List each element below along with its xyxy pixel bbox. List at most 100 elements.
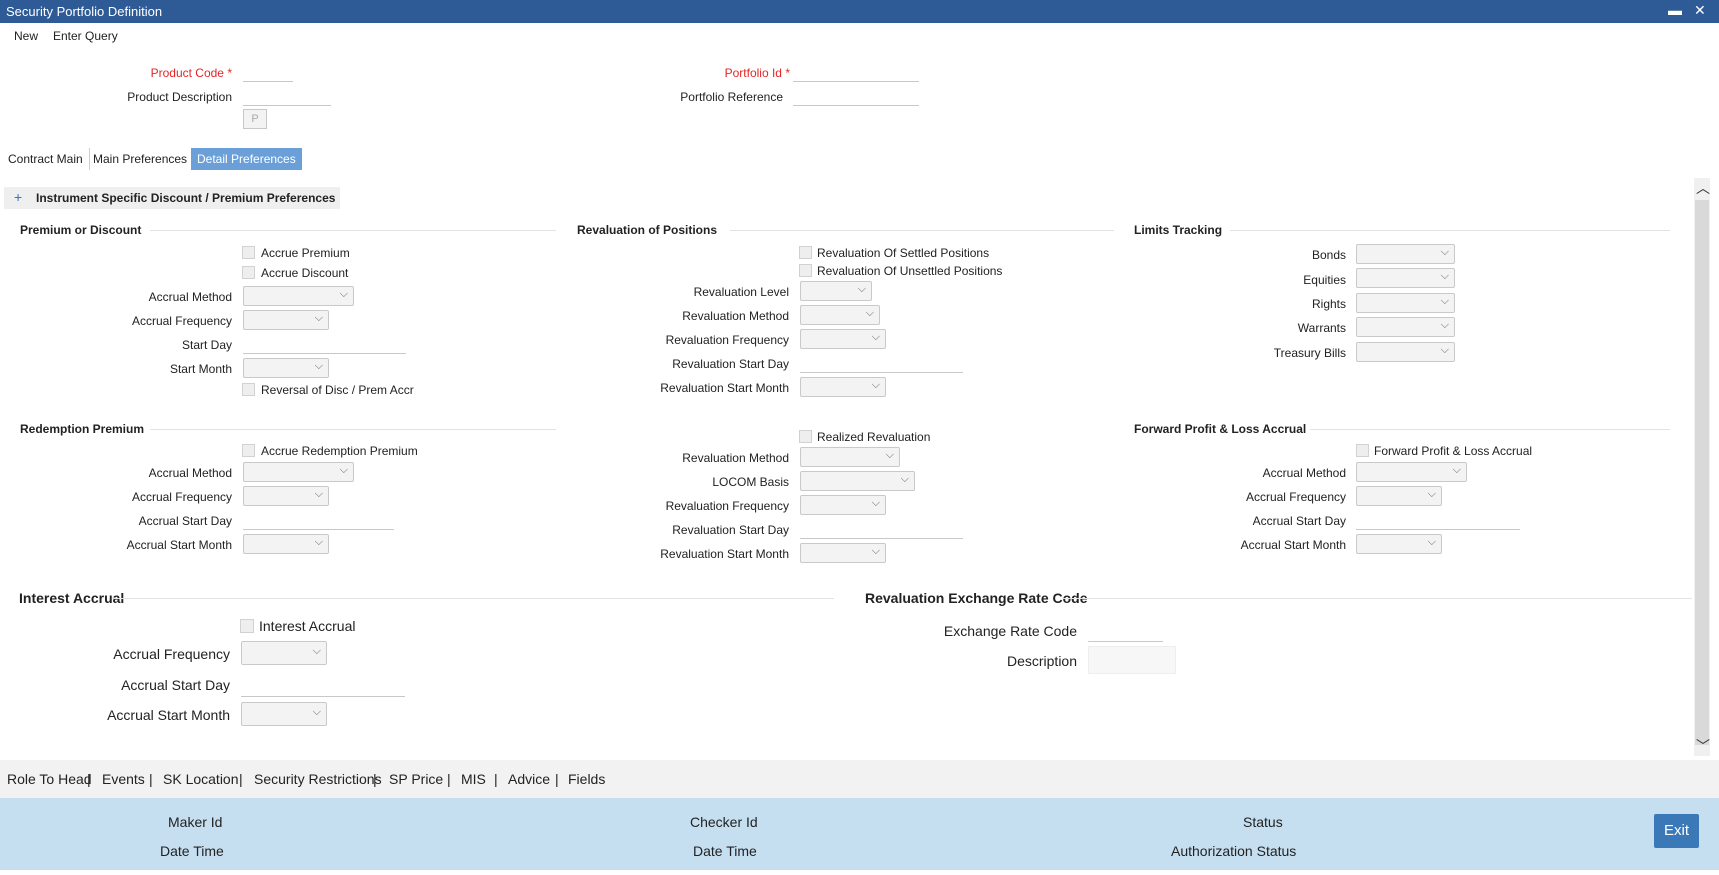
chevron-up-icon[interactable]: ︿: [1696, 178, 1710, 198]
product-lov-button[interactable]: P: [243, 109, 267, 129]
section-divider: [1310, 429, 1670, 430]
description-label: Description: [1006, 653, 1077, 669]
link-events[interactable]: Events: [102, 771, 145, 787]
vertical-scrollbar[interactable]: ︿ ﹀: [1694, 178, 1710, 756]
reval-method-select[interactable]: ⌵: [800, 305, 880, 325]
chevron-down-icon[interactable]: ﹀: [1696, 736, 1710, 756]
premium-or-discount-title: Premium or Discount: [20, 223, 142, 237]
pd-start-month-select[interactable]: ⌵: [243, 358, 329, 378]
treasury-bills-label: Treasury Bills: [1273, 346, 1346, 360]
product-code-input[interactable]: [243, 64, 293, 82]
ia-accrual-frequency-select[interactable]: ⌵: [241, 641, 327, 665]
realized-revaluation-label: Realized Revaluation: [817, 430, 931, 444]
link-separator: |: [373, 771, 377, 787]
chevron-down-icon: ⌵: [1452, 464, 1461, 476]
forward-pl-label: Forward Profit & Loss Accrual: [1374, 444, 1533, 458]
accrue-discount-label: Accrue Discount: [261, 266, 349, 280]
ia-accrual-start-day-input[interactable]: [241, 675, 405, 697]
bonds-select[interactable]: ⌵: [1356, 244, 1455, 264]
ia-accrual-start-month-select[interactable]: ⌵: [241, 702, 327, 726]
scrollbar-thumb[interactable]: [1695, 200, 1709, 745]
reval-frequency-select[interactable]: ⌵: [800, 329, 886, 349]
fpl-accrual-frequency-select[interactable]: ⌵: [1356, 486, 1442, 506]
reval-start-month-select[interactable]: ⌵: [800, 377, 886, 397]
chevron-down-icon: ⌵: [339, 464, 348, 476]
tab-main-preferences[interactable]: Main Preferences: [87, 148, 195, 170]
rr-frequency-select[interactable]: ⌵: [800, 495, 886, 515]
fpl-accrual-start-month-select[interactable]: ⌵: [1356, 534, 1442, 554]
rr-start-day-label: Revaluation Start Day: [672, 523, 789, 537]
rights-select[interactable]: ⌵: [1356, 293, 1455, 313]
interest-accrual-checkbox[interactable]: [240, 619, 254, 633]
bonds-label: Bonds: [1311, 248, 1346, 262]
exit-button[interactable]: Exit: [1654, 814, 1699, 848]
rr-start-day-input[interactable]: [800, 521, 963, 539]
redemption-premium-title: Redemption Premium: [20, 422, 145, 436]
chevron-down-icon: ⌵: [1440, 344, 1449, 356]
ia-accrual-start-day-label: Accrual Start Day: [121, 677, 230, 693]
rp-accrual-frequency-label: Accrual Frequency: [131, 490, 232, 504]
reversal-label: Reversal of Disc / Prem Accr: [261, 383, 414, 397]
pd-accrual-method-select[interactable]: ⌵: [243, 286, 354, 306]
revaluation-positions-title: Revaluation of Positions: [577, 223, 718, 237]
fpl-accrual-method-select[interactable]: ⌵: [1356, 462, 1467, 482]
accrue-discount-checkbox[interactable]: [242, 266, 255, 279]
close-icon[interactable]: ✕: [1694, 2, 1706, 19]
link-sp-price[interactable]: SP Price: [389, 771, 443, 787]
chevron-down-icon: ⌵: [1440, 295, 1449, 307]
rp-accrual-start-day-input[interactable]: [243, 512, 394, 530]
bottom-link-bar: Role To Head | Events | SK Location | Se…: [0, 760, 1719, 798]
tab-contract-main[interactable]: Contract Main: [2, 148, 90, 170]
new-button[interactable]: New: [14, 29, 38, 43]
rr-method-select[interactable]: ⌵: [800, 447, 900, 467]
instrument-preferences-header[interactable]: + Instrument Specific Discount / Premium…: [4, 187, 340, 209]
section-divider: [730, 230, 1114, 231]
locom-basis-select[interactable]: ⌵: [800, 471, 915, 491]
pd-start-day-input[interactable]: [243, 336, 406, 354]
reval-start-day-input[interactable]: [800, 355, 963, 373]
portfolio-id-input[interactable]: [793, 64, 919, 82]
rp-accrual-frequency-select[interactable]: ⌵: [243, 486, 329, 506]
reval-level-select[interactable]: ⌵: [800, 281, 872, 301]
rp-accrual-method-select[interactable]: ⌵: [243, 462, 354, 482]
enter-query-button[interactable]: Enter Query: [53, 29, 118, 43]
minimize-icon[interactable]: ▬: [1668, 2, 1682, 18]
chevron-down-icon: ⌵: [857, 283, 866, 295]
rp-accrual-start-month-select[interactable]: ⌵: [243, 534, 329, 554]
link-separator: |: [239, 771, 243, 787]
reval-unsettled-checkbox[interactable]: [799, 264, 812, 277]
forward-pl-title: Forward Profit & Loss Accrual: [1134, 422, 1307, 436]
pd-accrual-frequency-select[interactable]: ⌵: [243, 310, 329, 330]
locom-basis-label: LOCOM Basis: [712, 475, 789, 489]
realized-revaluation-checkbox[interactable]: [799, 430, 812, 443]
rr-method-label: Revaluation Method: [682, 451, 789, 465]
forward-pl-checkbox[interactable]: [1356, 444, 1369, 457]
tab-detail-preferences[interactable]: Detail Preferences: [191, 148, 302, 170]
link-security-restrictions[interactable]: Security Restrictions: [254, 771, 382, 787]
reval-settled-checkbox[interactable]: [799, 246, 812, 259]
chevron-down-icon: ⌵: [871, 497, 880, 509]
expand-icon[interactable]: +: [14, 189, 22, 205]
portfolio-reference-input[interactable]: [793, 88, 919, 106]
fpl-accrual-start-day-input[interactable]: [1356, 512, 1520, 530]
link-role-to-head[interactable]: Role To Head: [7, 771, 92, 787]
link-advice[interactable]: Advice: [508, 771, 550, 787]
link-sk-location[interactable]: SK Location: [163, 771, 239, 787]
link-fields[interactable]: Fields: [568, 771, 605, 787]
warrants-select[interactable]: ⌵: [1356, 317, 1455, 337]
pd-start-day-label: Start Day: [181, 338, 232, 352]
link-mis[interactable]: MIS: [461, 771, 486, 787]
description-field: [1088, 646, 1176, 674]
section-divider: [112, 598, 834, 599]
reversal-checkbox[interactable]: [242, 383, 255, 396]
treasury-bills-select[interactable]: ⌵: [1356, 342, 1455, 362]
reval-frequency-label: Revaluation Frequency: [665, 333, 789, 347]
product-description-input[interactable]: [243, 88, 331, 106]
exchange-rate-code-input[interactable]: [1088, 620, 1163, 642]
rr-start-month-select[interactable]: ⌵: [800, 543, 886, 563]
equities-select[interactable]: ⌵: [1356, 268, 1455, 288]
accrue-redemption-checkbox[interactable]: [242, 444, 255, 457]
accrue-premium-checkbox[interactable]: [242, 246, 255, 259]
reval-method-label: Revaluation Method: [682, 309, 789, 323]
warrants-label: Warrants: [1297, 321, 1346, 335]
